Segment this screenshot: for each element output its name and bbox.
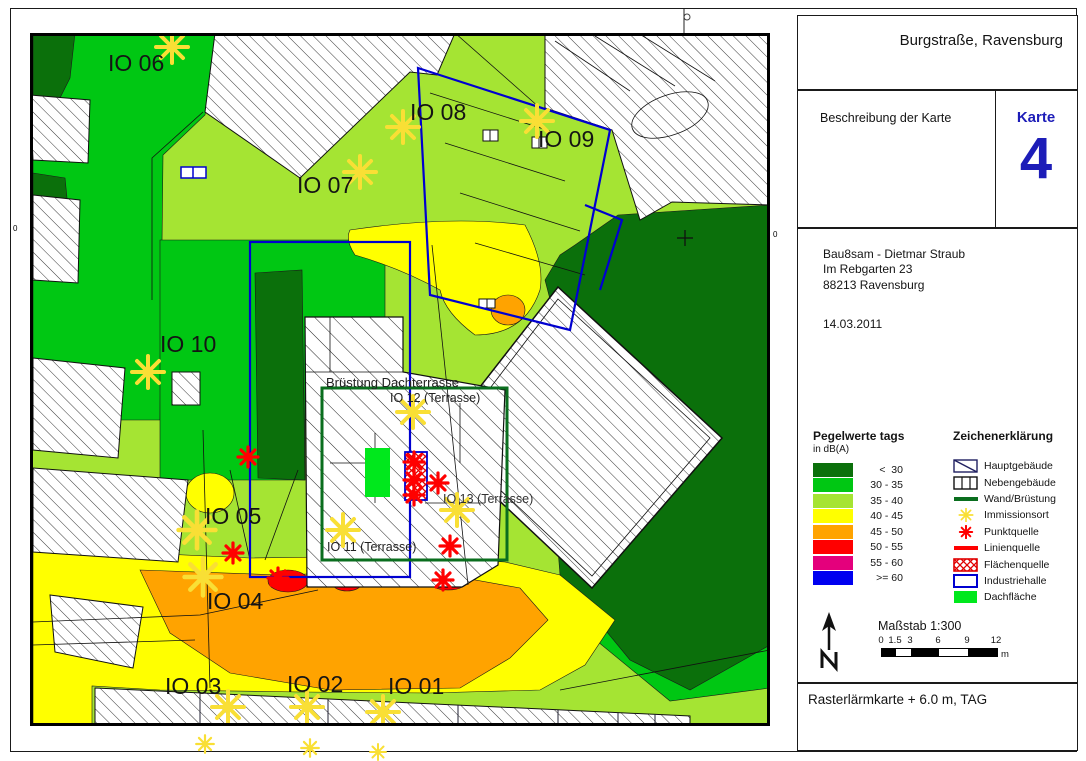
- karte-label: Karte: [996, 109, 1077, 126]
- legend-item: Punktquelle: [953, 524, 1056, 540]
- scale-unit: m: [1001, 649, 1009, 660]
- hauptgebaeude-icon: [953, 459, 979, 473]
- scale-tick: 3: [907, 635, 912, 646]
- label-io07: IO 07: [297, 172, 353, 198]
- legend-item: Dachfläche: [953, 589, 1056, 605]
- legend-block: Bau8sam - Dietmar Straub Im Rebgarten 23…: [797, 228, 1078, 683]
- legend-item: Nebengebäude: [953, 474, 1056, 490]
- scale-bar: [881, 648, 998, 657]
- karte-number: 4: [996, 125, 1077, 192]
- legend-item: Linienquelle: [953, 540, 1056, 556]
- project-title: Burgstraße, Ravensburg: [900, 32, 1063, 49]
- label-io12: IO 12 (Terrasse): [390, 391, 480, 405]
- noise-map-sheet: 0 0: [0, 0, 1086, 761]
- nebengebaeude-icon: [953, 476, 979, 490]
- label-io10: IO 10: [160, 331, 216, 357]
- label-io05: IO 05: [205, 503, 261, 529]
- level-row: < 30: [813, 462, 903, 478]
- symbols-legend-title: Zeichenerklärung: [953, 429, 1053, 443]
- margin-mark-left: 0: [13, 224, 18, 233]
- legend-item: Immissionsort: [953, 507, 1056, 523]
- scale-tick: 0: [878, 635, 883, 646]
- label-bruestung: Brüstung Dachterrasse: [326, 375, 459, 390]
- label-io01: IO 01: [388, 673, 444, 699]
- dachflaeche-area: [365, 448, 390, 497]
- level-swatch: [813, 556, 853, 570]
- level-swatch: [813, 540, 853, 554]
- label-io04: IO 04: [207, 588, 263, 614]
- level-row: 30 - 35: [813, 478, 903, 494]
- level-row: 35 - 40: [813, 493, 903, 509]
- title-block: Burgstraße, Ravensburg: [797, 15, 1078, 90]
- company-line: Bau8sam - Dietmar Straub: [823, 247, 965, 262]
- levels-legend: < 30 30 - 35 35 - 40 40 - 45 45 - 50 50 …: [813, 462, 903, 586]
- legend-item: Industriehalle: [953, 573, 1056, 589]
- legend-item: Hauptgebäude: [953, 458, 1056, 474]
- level-row: 55 - 60: [813, 555, 903, 571]
- linienquelle-icon: [953, 541, 979, 555]
- level-row: 45 - 50: [813, 524, 903, 540]
- footer-block: Rasterlärmkarte + 6.0 m, TAG: [797, 683, 1078, 751]
- levels-legend-title: Pegelwerte tags: [813, 429, 904, 443]
- level-row: 50 - 55: [813, 540, 903, 556]
- label-io11: IO 11 (Terrasse): [327, 540, 416, 554]
- scale-tick: 1.5: [888, 635, 901, 646]
- map-date: 14.03.2011: [823, 317, 882, 331]
- dachflaeche-icon: [953, 590, 979, 604]
- scale-tick: 12: [991, 635, 1002, 646]
- level-row: 40 - 45: [813, 509, 903, 525]
- description-label: Beschreibung der Karte: [820, 111, 951, 125]
- company-address: Bau8sam - Dietmar Straub Im Rebgarten 23…: [823, 247, 965, 293]
- immissionsort-icon: [953, 508, 979, 522]
- level-swatch: [813, 478, 853, 492]
- scale-title: Maßstab 1:300: [878, 619, 961, 633]
- levels-legend-subtitle: in dB(A): [813, 444, 849, 455]
- margin-mark-right: 0: [773, 230, 778, 239]
- company-line: 88213 Ravensburg: [823, 278, 965, 293]
- label-io02: IO 02: [287, 671, 343, 697]
- karte-block: Karte 4: [995, 90, 1078, 228]
- label-io08: IO 08: [410, 99, 466, 125]
- map-type-label: Rasterlärmkarte + 6.0 m, TAG: [808, 692, 987, 707]
- fold-mark-icon: [684, 14, 690, 20]
- symbols-legend: Hauptgebäude Nebengebäude Wand/Brüstung …: [953, 458, 1056, 606]
- legend-item: Wand/Brüstung: [953, 491, 1056, 507]
- north-arrow-icon: [816, 612, 842, 672]
- flaechenquelle-icon: [953, 558, 979, 572]
- level-swatch: [813, 494, 853, 508]
- level-swatch: [813, 509, 853, 523]
- industriehalle-icon: [953, 574, 979, 588]
- level-swatch: [813, 463, 853, 477]
- level-swatch: [813, 525, 853, 539]
- scale-tick: 6: [935, 635, 940, 646]
- level-row: >= 60: [813, 571, 903, 587]
- label-io03: IO 03: [165, 673, 221, 699]
- label-io13: IO 13 (Terrasse): [443, 492, 533, 506]
- label-io06: IO 06: [108, 50, 164, 76]
- level-swatch: [813, 571, 853, 585]
- label-io09: IO 09: [538, 126, 594, 152]
- legend-item: Flächenquelle: [953, 556, 1056, 572]
- punktquelle-icon: [953, 525, 979, 539]
- wand-bruestung-icon: [953, 492, 979, 506]
- company-line: Im Rebgarten 23: [823, 262, 965, 277]
- description-block: Beschreibung der Karte: [797, 90, 996, 228]
- scale-tick: 9: [964, 635, 969, 646]
